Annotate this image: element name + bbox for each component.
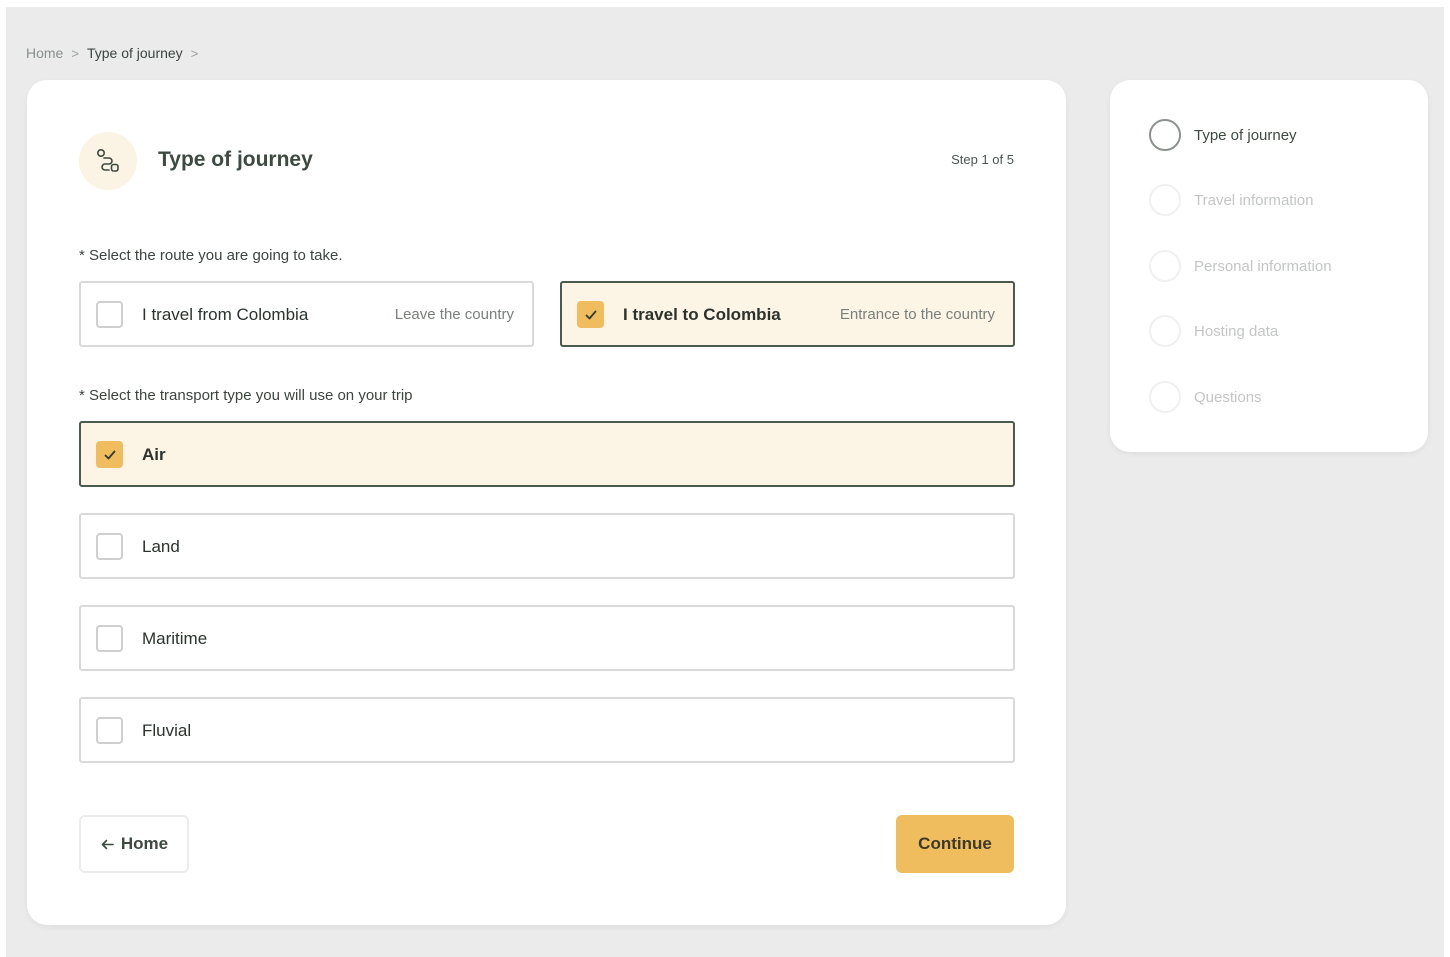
route-option-description: Leave the country (394, 306, 514, 323)
step-item-hosting-data: Hosting data (1149, 315, 1278, 347)
route-option-description: Entrance to the country (839, 306, 995, 323)
step-indicator: Step 1 of 5 (951, 152, 1014, 167)
transport-option-label: Air (142, 445, 166, 464)
arrow-left-icon (101, 839, 114, 849)
step-item-questions: Questions (1149, 381, 1262, 413)
step-item-travel-information: Travel information (1149, 184, 1314, 216)
transport-option-label: Maritime (142, 629, 208, 648)
breadcrumb-current: Type of journey (86, 45, 183, 61)
home-button-label: Home (120, 834, 169, 853)
page-title: Type of journey (158, 148, 313, 171)
transport-option-fluvial[interactable]: Fluvial (79, 697, 1015, 763)
transport-option-label: Land (142, 537, 180, 556)
checkbox[interactable] (96, 717, 123, 744)
transport-option-air[interactable]: Air (79, 421, 1015, 487)
step-circle-icon (1149, 381, 1181, 413)
transport-question: * Select the transport type you will use… (79, 387, 413, 404)
step-circle-icon (1149, 250, 1181, 282)
step-label: Type of journey (1194, 126, 1297, 144)
transport-option-label: Fluvial (142, 721, 192, 740)
breadcrumb-home-link[interactable]: Home (26, 45, 63, 61)
step-circle-icon (1149, 315, 1181, 347)
home-button[interactable]: Home (79, 815, 189, 873)
checkbox[interactable] (96, 301, 123, 328)
breadcrumb-separator: > (190, 45, 199, 61)
breadcrumb-separator: > (71, 45, 79, 61)
transport-option-maritime[interactable]: Maritime (79, 605, 1015, 671)
continue-button[interactable]: Continue (896, 815, 1014, 873)
checkbox[interactable] (577, 301, 604, 328)
route-option-from-colombia[interactable]: I travel from Colombia Leave the country (79, 281, 534, 347)
breadcrumb: Home > Type of journey > (26, 45, 198, 61)
checkbox[interactable] (96, 441, 123, 468)
step-label: Travel information (1194, 191, 1314, 209)
step-circle-icon (1149, 119, 1181, 151)
continue-button-label: Continue (918, 834, 992, 853)
route-option-to-colombia[interactable]: I travel to Colombia Entrance to the cou… (560, 281, 1015, 347)
transport-option-land[interactable]: Land (79, 513, 1015, 579)
step-circle-icon (1149, 184, 1181, 216)
step-item-personal-information: Personal information (1149, 250, 1332, 282)
route-question: * Select the route you are going to take… (79, 247, 343, 264)
step-label: Hosting data (1194, 322, 1279, 340)
checkbox[interactable] (96, 533, 123, 560)
step-item-type-of-journey: Type of journey (1149, 119, 1297, 151)
checkmark-icon (104, 450, 115, 459)
journey-form-card: Type of journey Step 1 of 5 * Select the… (27, 80, 1066, 925)
route-option-label: I travel from Colombia (142, 305, 309, 324)
progress-steps-card: Type of journey Travel information Perso… (1110, 80, 1428, 452)
step-label: Questions (1194, 388, 1262, 406)
page-background: Home > Type of journey > Type of journey… (6, 7, 1444, 957)
form-header: Type of journey Step 1 of 5 (79, 132, 1014, 190)
route-option-label: I travel to Colombia (623, 305, 781, 324)
checkmark-icon (585, 310, 596, 319)
route-icon (79, 132, 137, 190)
checkbox[interactable] (96, 625, 123, 652)
step-label: Personal information (1194, 257, 1332, 275)
